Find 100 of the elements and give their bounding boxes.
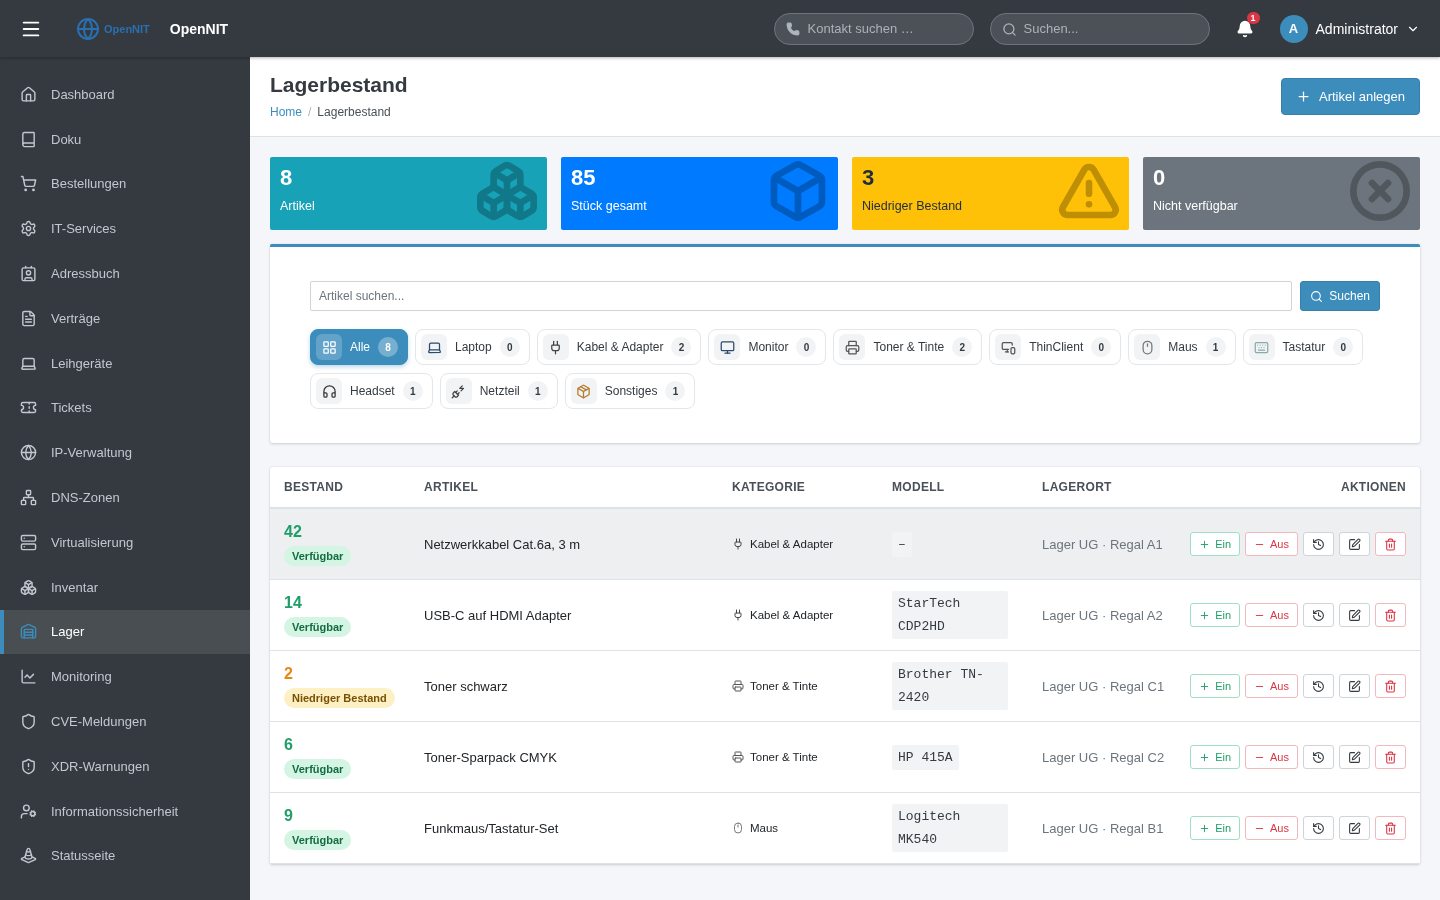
grid-icon: [316, 334, 342, 360]
stat-value: 3: [862, 165, 875, 191]
edit-button[interactable]: [1339, 816, 1370, 840]
trash-icon: [1384, 750, 1397, 764]
category-filter[interactable]: Maus 1: [1128, 329, 1236, 365]
category-filter[interactable]: Sonstiges 1: [564, 373, 696, 409]
location-text: Lager UG · Regal A2: [1042, 607, 1163, 623]
sidebar-item[interactable]: Informationssicherheit: [0, 788, 250, 834]
stock-in-button[interactable]: Ein: [1190, 603, 1241, 627]
category-filter[interactable]: Headset 1: [310, 373, 433, 409]
category-filter[interactable]: Alle 8: [310, 329, 408, 365]
trash-icon: [1384, 608, 1397, 622]
stock-in-button[interactable]: Ein: [1190, 745, 1241, 769]
edit-button[interactable]: [1339, 532, 1370, 556]
stock-out-button[interactable]: Aus: [1245, 603, 1298, 627]
sidebar-item[interactable]: Lager: [0, 609, 250, 655]
status-tag: Verfügbar: [284, 829, 352, 850]
user-menu[interactable]: A Administrator: [1279, 14, 1420, 43]
stock-out-button[interactable]: Aus: [1245, 745, 1298, 769]
sidebar-item[interactable]: Monitoring: [0, 654, 250, 700]
document-icon: [20, 309, 37, 327]
add-article-button[interactable]: Artikel anlegen: [1281, 78, 1420, 115]
printer-icon: [732, 751, 744, 763]
stock-out-button[interactable]: Aus: [1245, 816, 1298, 840]
stat-value: 8: [280, 165, 293, 191]
sidebar-item[interactable]: Tickets: [0, 385, 250, 431]
sidebar-item[interactable]: Verträge: [0, 296, 250, 341]
history-button[interactable]: [1303, 603, 1334, 627]
category-filter[interactable]: Laptop 0: [415, 329, 530, 365]
edit-icon: [1348, 537, 1361, 551]
warehouse-icon: [20, 623, 37, 641]
stock-out-button[interactable]: Aus: [1245, 674, 1298, 698]
search-button[interactable]: Suchen: [1300, 281, 1380, 311]
edit-icon: [1348, 821, 1361, 835]
sidebar-item[interactable]: Leihgeräte: [0, 340, 250, 386]
sidebar-item[interactable]: DNS-Zonen: [0, 475, 250, 520]
delete-button[interactable]: [1375, 674, 1406, 698]
notifications-button[interactable]: [1235, 19, 1254, 38]
stock-in-button[interactable]: Ein: [1190, 816, 1241, 840]
edit-button[interactable]: [1339, 603, 1370, 627]
category-filter[interactable]: Toner & Tinte 2: [833, 329, 983, 365]
stock-in-button[interactable]: Ein: [1190, 532, 1241, 556]
status-tag: Verfügbar: [284, 616, 352, 637]
category-filter[interactable]: ThinClient 0: [989, 329, 1122, 365]
breadcrumb-current: Lagerbestand: [317, 105, 391, 119]
sidebar-item[interactable]: Bestellungen: [0, 161, 250, 207]
stock-count: 2: [284, 664, 293, 683]
category-filter[interactable]: Kabel & Adapter 2: [536, 329, 702, 365]
breadcrumb-link[interactable]: Home: [270, 105, 302, 119]
delete-button[interactable]: [1375, 745, 1406, 769]
mouse-icon: [732, 822, 744, 834]
sidebar-item[interactable]: CVE-Meldungen: [0, 699, 250, 744]
model-code: StarTech CDP2HD: [892, 591, 1008, 639]
brand-name: OpenNIT: [169, 20, 229, 37]
sidebar-item[interactable]: Doku: [0, 116, 250, 162]
model-code: Logitech MK540: [892, 804, 1008, 852]
category-filter[interactable]: Tastatur 0: [1242, 329, 1364, 365]
delete-button[interactable]: [1375, 532, 1406, 556]
sidebar-item[interactable]: XDR-Warnungen: [0, 743, 250, 789]
gear-icon: [20, 220, 37, 238]
article-search-field[interactable]: Artikel suchen...: [310, 281, 1293, 311]
plug-icon: [732, 538, 744, 550]
trash-icon: [1384, 537, 1397, 551]
cross-circle-icon: [1348, 159, 1412, 223]
delete-button[interactable]: [1375, 603, 1406, 627]
location-text: Lager UG · Regal C1: [1042, 678, 1165, 694]
sidebar-item[interactable]: Adressbuch: [0, 251, 250, 296]
stat-label: Artikel: [280, 199, 315, 213]
history-icon: [1312, 537, 1325, 551]
boxes-icon: [20, 578, 37, 596]
stat-value: 85: [571, 165, 596, 191]
history-icon: [1312, 608, 1325, 622]
history-button[interactable]: [1303, 532, 1334, 556]
stock-in-button[interactable]: Ein: [1190, 674, 1241, 698]
history-button[interactable]: [1303, 674, 1334, 698]
stat-label: Stück gesamt: [571, 199, 647, 213]
category-text: Toner & Tinte: [750, 751, 818, 763]
category-filter[interactable]: Monitor 0: [708, 329, 827, 365]
devices-icon: [995, 334, 1022, 360]
sidebar-item[interactable]: Statusseite: [0, 833, 250, 879]
sidebar-item[interactable]: IP-Verwaltung: [0, 430, 250, 476]
delete-button[interactable]: [1375, 816, 1406, 840]
sidebar-item[interactable]: Virtualisierung: [0, 519, 250, 565]
edit-button[interactable]: [1339, 745, 1370, 769]
printer-icon: [839, 334, 866, 360]
sidebar-item[interactable]: Dashboard: [0, 72, 250, 117]
search-field[interactable]: Suchen...: [989, 12, 1210, 45]
plus-icon: [1199, 538, 1211, 550]
sidebar-item[interactable]: IT-Services: [0, 206, 250, 252]
contact-search-field[interactable]: Kontakt suchen …: [773, 12, 974, 45]
sidebar-item[interactable]: Inventar: [0, 564, 250, 610]
stock-out-button[interactable]: Aus: [1245, 532, 1298, 556]
history-button[interactable]: [1303, 745, 1334, 769]
page-title: Lagerbestand: [270, 73, 408, 97]
category-filter[interactable]: Netzteil 1: [439, 373, 558, 409]
location-text: Lager UG · Regal A1: [1042, 536, 1163, 552]
history-button[interactable]: [1303, 816, 1334, 840]
history-icon: [1312, 679, 1325, 693]
mouse-icon: [1134, 334, 1161, 360]
edit-button[interactable]: [1339, 674, 1370, 698]
